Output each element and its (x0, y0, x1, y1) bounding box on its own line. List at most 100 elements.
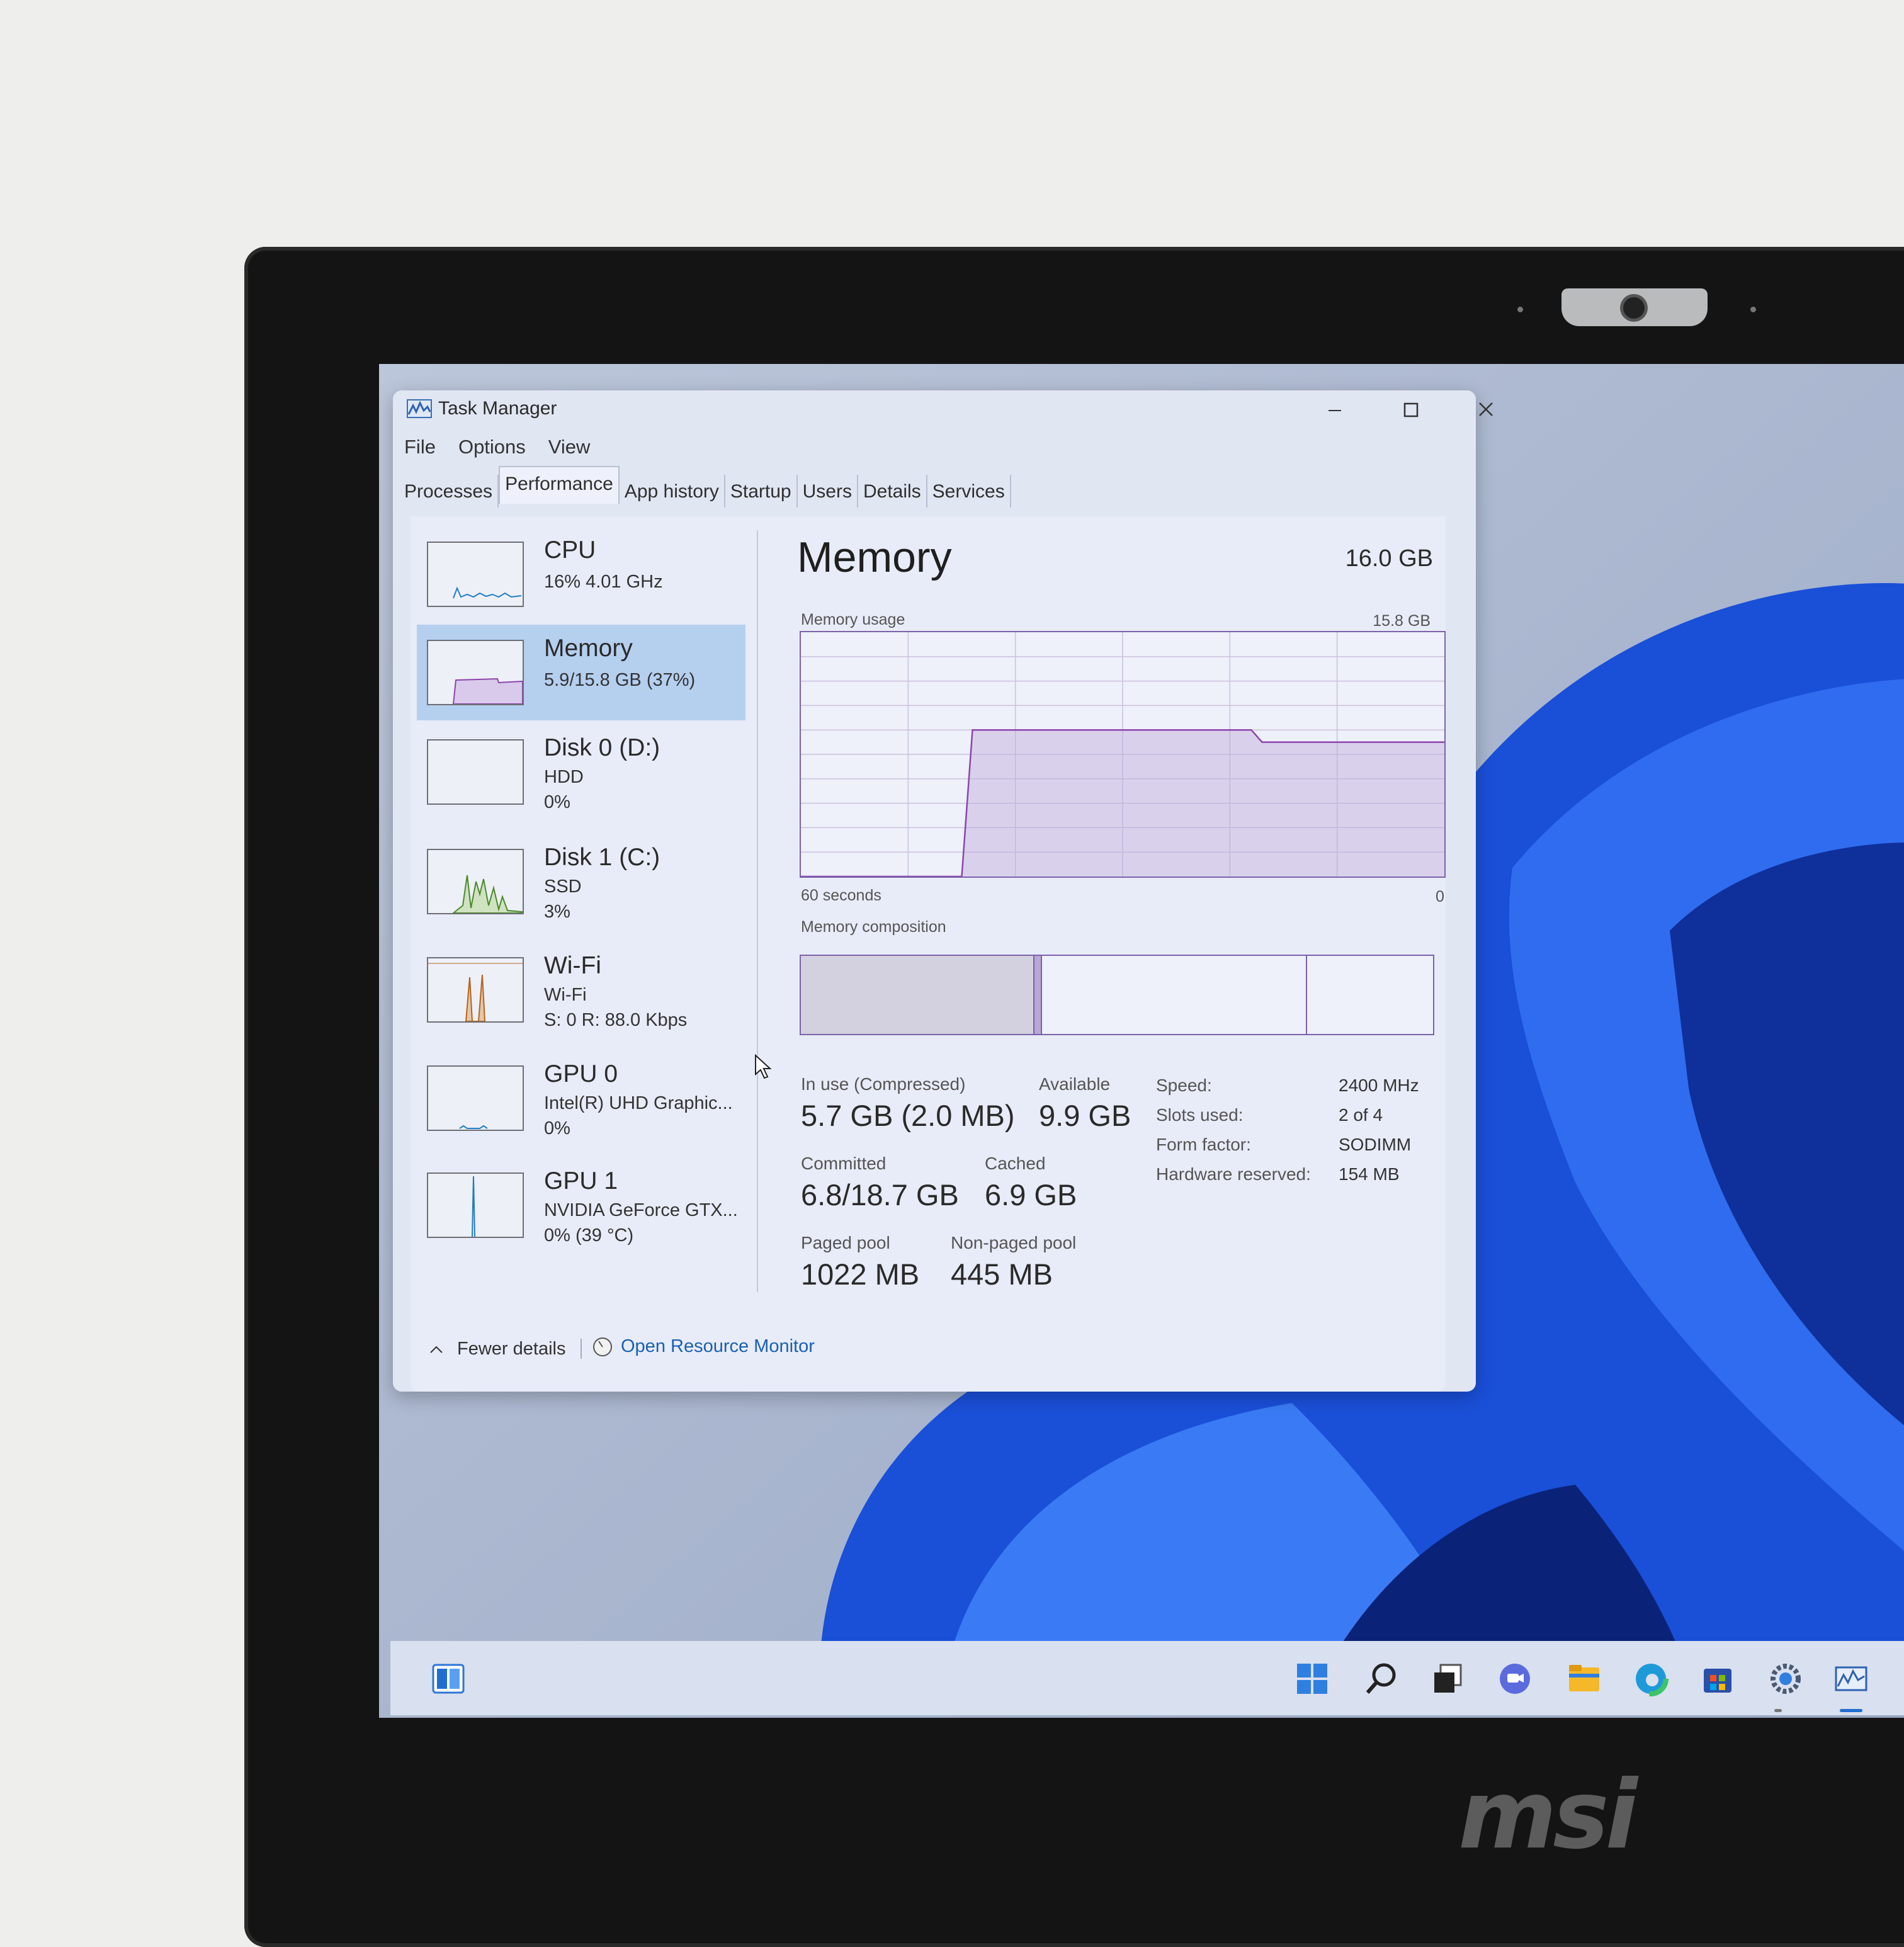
in-use-value: 5.7 GB (2.0 MB) (801, 1099, 1015, 1132)
committed-label: Committed (801, 1154, 887, 1173)
task-view-icon[interactable] (1429, 1660, 1467, 1698)
menu-view[interactable]: View (548, 436, 591, 461)
sidebar-item-gpu-0[interactable]: GPU 0 Intel(R) UHD Graphic... 0% (417, 1050, 745, 1146)
open-resource-monitor-link[interactable]: Open Resource Monitor (592, 1336, 815, 1358)
edge-icon[interactable] (1632, 1660, 1670, 1698)
tab-users[interactable]: Users (798, 475, 858, 508)
speed-label: Speed: (1156, 1076, 1212, 1095)
wifi-title: Wi-Fi (544, 952, 601, 979)
cpu-detail: 16% 4.01 GHz (544, 572, 663, 592)
task-manager-active-indicator (1840, 1709, 1862, 1712)
gpu-0-thumbnail-graph (427, 1065, 524, 1131)
disk-1-title: Disk 1 (C:) (544, 844, 660, 871)
cached-value: 6.9 GB (985, 1178, 1077, 1212)
open-resource-monitor-label: Open Resource Monitor (621, 1336, 815, 1356)
slots-used-value: 2 of 4 (1339, 1105, 1383, 1125)
memory-usage-label: Memory usage (801, 611, 905, 628)
sidebar-item-wifi[interactable]: Wi-Fi Wi-Fi S: 0 R: 88.0 Kbps (417, 942, 745, 1038)
disk-0-usage: 0% (544, 792, 570, 812)
fewer-details-label: Fewer details (457, 1339, 566, 1359)
graph-time-left: 60 seconds (801, 887, 881, 904)
memory-thumbnail-graph (427, 640, 524, 705)
gpu-1-usage: 0% (39 °C) (544, 1225, 634, 1246)
gpu-0-title: GPU 0 (544, 1060, 618, 1087)
free-segment (1307, 956, 1433, 1034)
task-manager-taskbar-icon[interactable] (1832, 1660, 1870, 1698)
memory-title: Memory (544, 635, 633, 662)
window-title: Task Manager (438, 398, 557, 419)
title-bar: Task Manager (393, 390, 1493, 428)
settings-running-indicator (1774, 1709, 1782, 1712)
footer-bar: Fewer details Open Resource Monitor (411, 1332, 1446, 1370)
gpu-1-thumbnail-graph (427, 1172, 524, 1238)
sidebar-item-gpu-1[interactable]: GPU 1 NVIDIA GeForce GTX... 0% (39 °C) (417, 1157, 745, 1253)
memory-composition-bar[interactable] (800, 955, 1434, 1035)
graph-time-right: 0 (1436, 888, 1444, 905)
non-paged-pool-label: Non-paged pool (951, 1233, 1077, 1252)
tab-startup[interactable]: Startup (725, 475, 798, 508)
sidebar-item-disk-1[interactable]: Disk 1 (C:) SSD 3% (417, 834, 745, 929)
paged-pool-value: 1022 MB (801, 1257, 920, 1291)
disk-1-type: SSD (544, 877, 582, 897)
fewer-details-button[interactable]: Fewer details (429, 1339, 565, 1359)
sensor-dot (1517, 307, 1523, 312)
settings-gear-icon[interactable] (1767, 1660, 1805, 1698)
speed-value: 2400 MHz (1339, 1076, 1419, 1095)
gpu-0-usage: 0% (544, 1118, 570, 1138)
sidebar-item-memory[interactable]: Memory 5.9/15.8 GB (37%) (417, 625, 745, 720)
memory-usage-max: 15.8 GB (1373, 612, 1431, 630)
memory-detail: 5.9/15.8 GB (37%) (544, 670, 696, 690)
brand-logo: msi (1458, 1761, 1638, 1870)
menu-file[interactable]: File (404, 436, 436, 461)
disk-1-thumbnail-graph (427, 849, 524, 914)
gpu-1-name: NVIDIA GeForce GTX... (544, 1200, 738, 1220)
menu-bar: File Options View (404, 436, 590, 461)
mouse-cursor-icon (755, 1054, 772, 1079)
available-value: 9.9 GB (1039, 1099, 1131, 1132)
cpu-thumbnail-graph (427, 542, 524, 607)
in-use-label: In use (Compressed) (801, 1074, 966, 1094)
cpu-title: CPU (544, 536, 596, 564)
tab-processes[interactable]: Processes (399, 475, 499, 508)
sidebar-item-disk-0[interactable]: Disk 0 (D:) HDD 0% (417, 724, 745, 820)
gpu-1-title: GPU 1 (544, 1167, 618, 1195)
tab-services[interactable]: Services (927, 475, 1011, 508)
chat-icon[interactable] (1496, 1660, 1534, 1698)
store-icon[interactable] (1699, 1660, 1737, 1698)
start-icon[interactable] (1293, 1660, 1331, 1698)
memory-usage-graph (800, 631, 1446, 878)
tab-details[interactable]: Details (858, 475, 927, 508)
performance-panel: CPU 16% 4.01 GHz Memory 5.9/15.8 GB (37%… (411, 516, 1446, 1392)
standby-segment (1042, 956, 1308, 1034)
memory-composition-label: Memory composition (801, 918, 946, 936)
disk-0-type: HDD (544, 767, 584, 787)
task-manager-icon (407, 399, 432, 418)
sidebar-item-cpu[interactable]: CPU 16% 4.01 GHz (417, 526, 745, 622)
tab-app-history[interactable]: App history (620, 475, 725, 508)
task-manager-window: Task Manager File Options View Processes… (393, 390, 1493, 1392)
search-icon[interactable] (1363, 1660, 1400, 1698)
minimize-button[interactable] (1316, 395, 1354, 423)
committed-value: 6.8/18.7 GB (801, 1178, 959, 1212)
close-button[interactable] (1467, 395, 1505, 423)
available-label: Available (1039, 1074, 1111, 1094)
tab-performance[interactable]: Performance (499, 466, 620, 504)
wifi-adapter: Wi-Fi (544, 985, 587, 1005)
file-explorer-icon[interactable] (1565, 1660, 1603, 1698)
sensor-dot (1750, 307, 1756, 312)
desktop-screen: Task Manager File Options View Processes… (379, 364, 1904, 1718)
resource-monitor-icon (593, 1337, 612, 1357)
panel-divider (757, 530, 758, 1292)
in-use-segment (801, 956, 1035, 1034)
menu-options[interactable]: Options (458, 436, 526, 461)
form-factor-label: Form factor: (1156, 1135, 1251, 1154)
maximize-button[interactable] (1391, 395, 1429, 423)
disk-0-thumbnail-graph (427, 739, 524, 805)
gpu-0-name: Intel(R) UHD Graphic... (544, 1093, 733, 1113)
hardware-reserved-value: 154 MB (1339, 1164, 1400, 1184)
wifi-throughput: S: 0 R: 88.0 Kbps (544, 1010, 688, 1030)
cached-label: Cached (985, 1154, 1046, 1173)
slots-used-label: Slots used: (1156, 1105, 1244, 1125)
widgets-icon[interactable] (429, 1660, 467, 1698)
footer-separator (581, 1339, 582, 1359)
